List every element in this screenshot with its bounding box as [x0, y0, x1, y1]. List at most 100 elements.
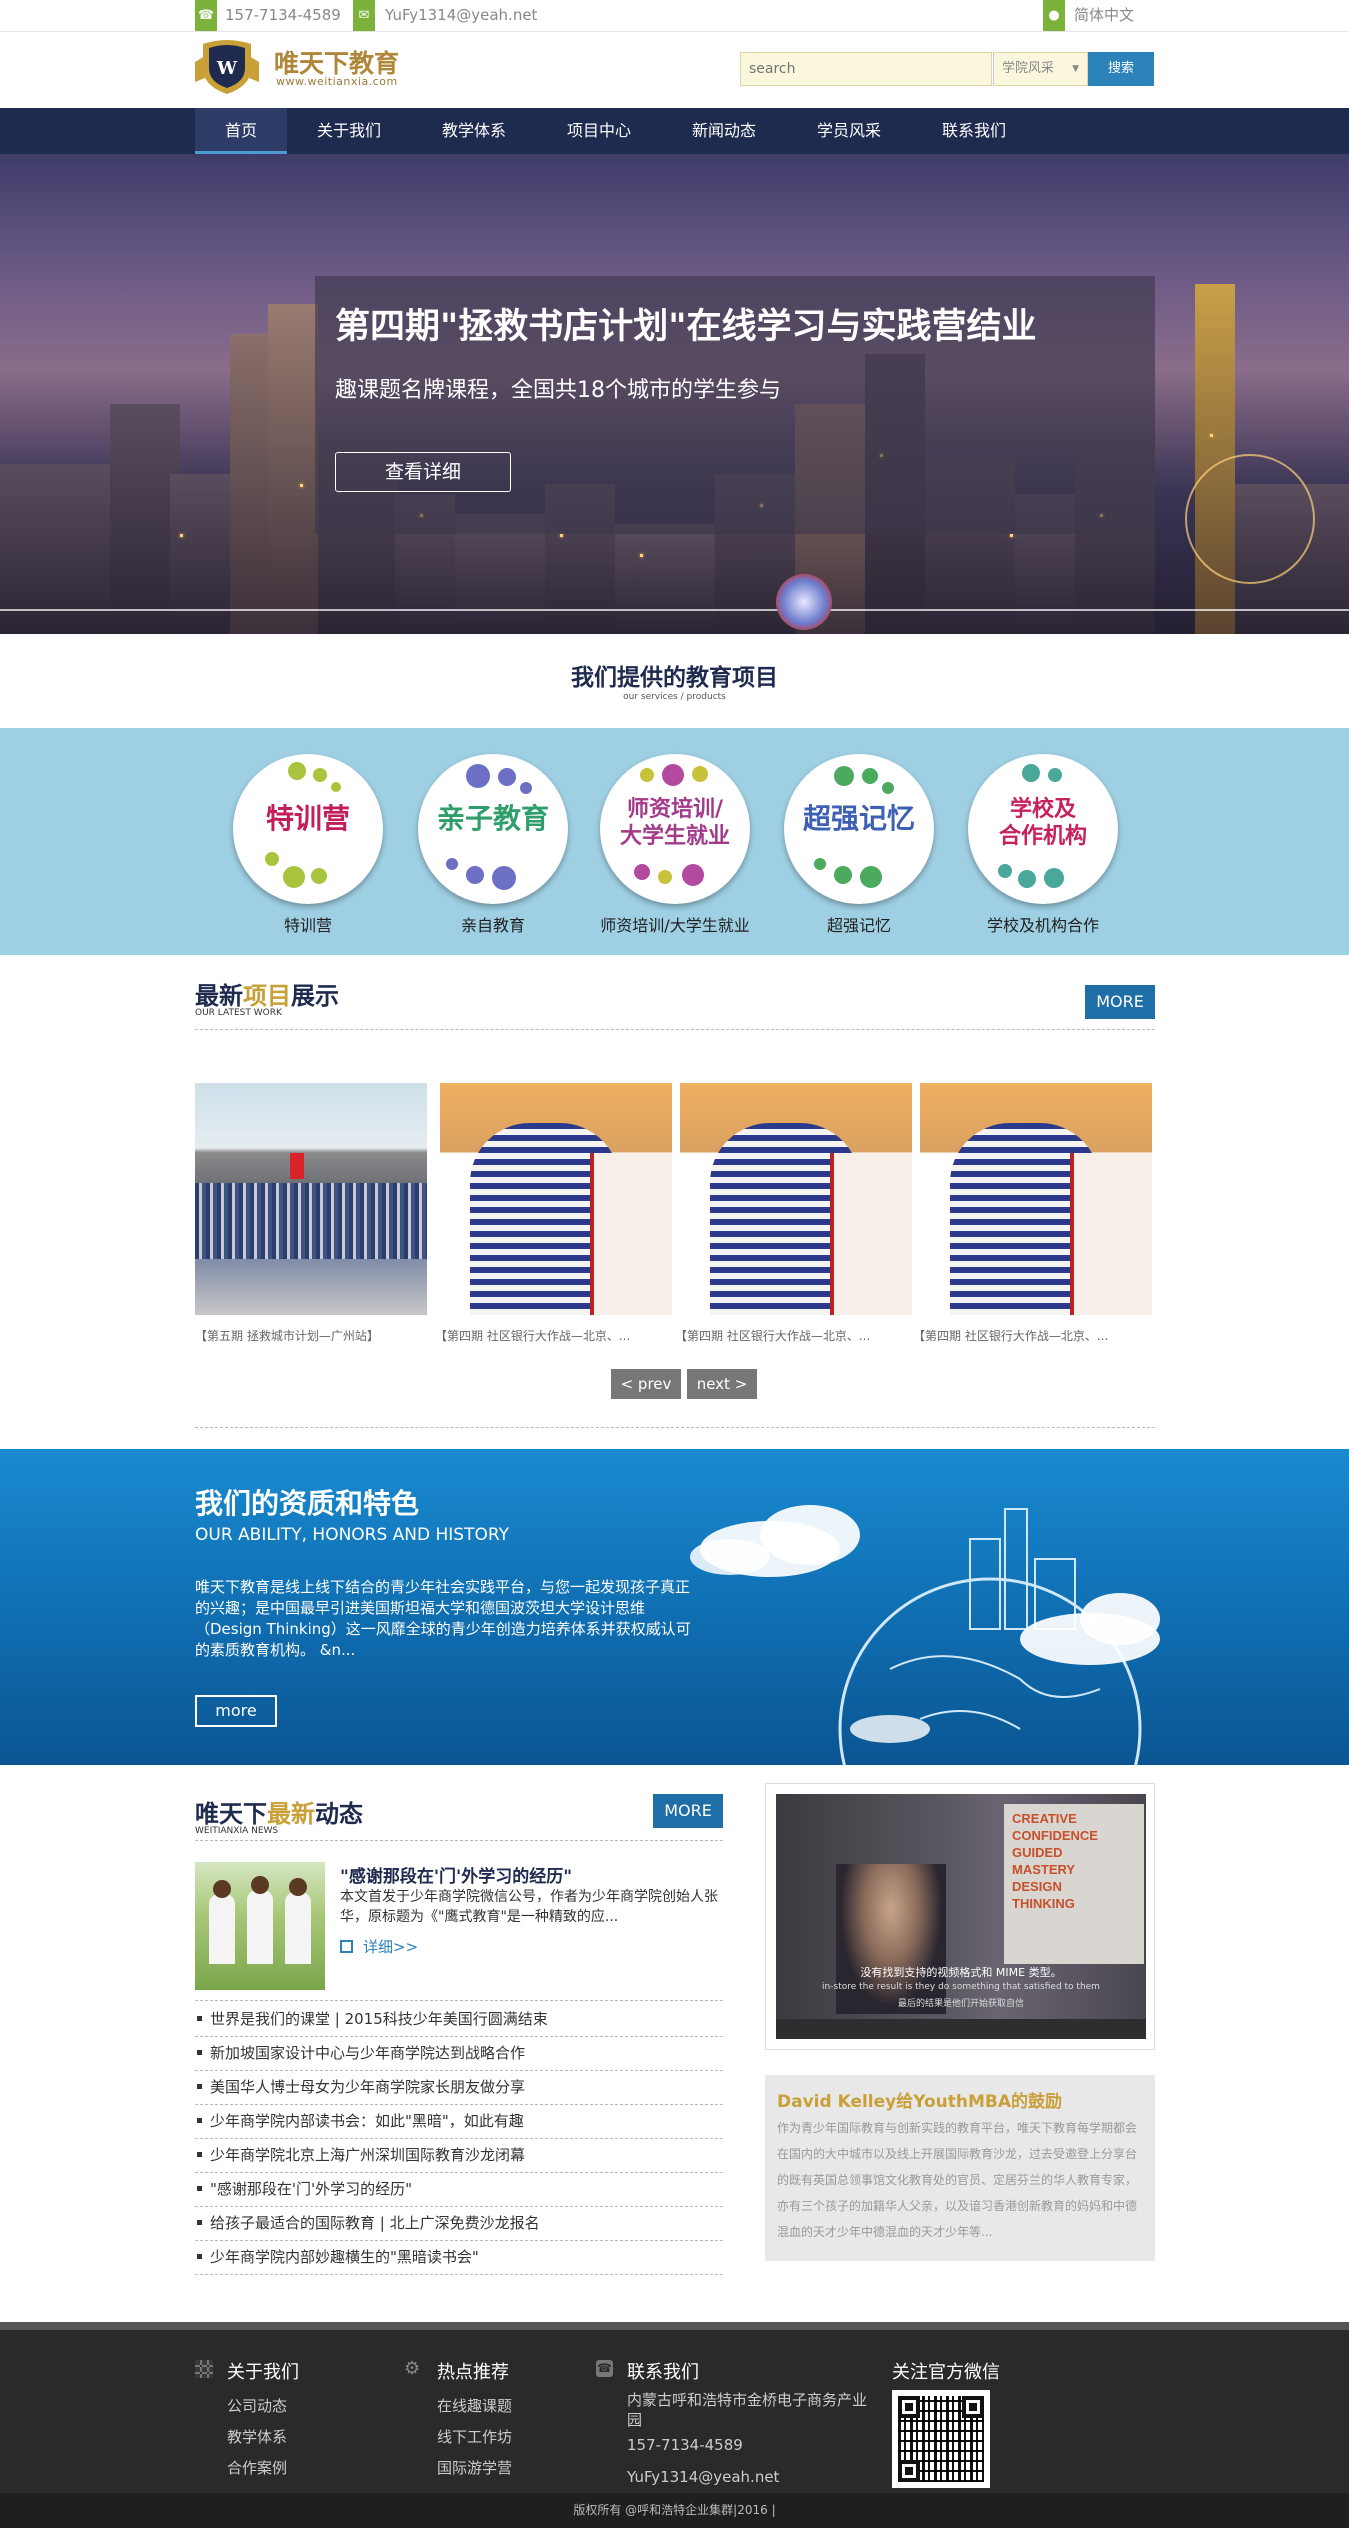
- news-list-item[interactable]: 少年商学院内部读书会：如此"黑暗"，如此有趣: [195, 2105, 723, 2139]
- language-switch[interactable]: 简体中文: [1074, 0, 1134, 31]
- footer-email[interactable]: YuFy1314@yeah.net: [627, 2468, 779, 2486]
- video-player[interactable]: CREATIVE CONFIDENCE GUIDED MASTERY DESIGN THI…: [776, 1794, 1146, 2039]
- phone-icon: ☎: [195, 0, 217, 31]
- news-featured-image[interactable]: [195, 1862, 325, 1990]
- project-caption[interactable]: 【第四期 社区银行大作战—北京、...: [913, 1327, 1108, 1344]
- search-category-select[interactable]: 学院风采 ▼: [993, 52, 1088, 86]
- ability-more-button[interactable]: more: [195, 1695, 277, 1727]
- project-caption[interactable]: 【第四期 社区银行大作战—北京、...: [675, 1327, 870, 1344]
- footer-link[interactable]: 国际游学营: [437, 2457, 512, 2478]
- news-more-button[interactable]: MORE: [653, 1794, 723, 1828]
- news-list-item[interactable]: 给孩子最适合的国际教育 | 北上广深免费沙龙报名: [195, 2207, 723, 2241]
- nav-item-contact[interactable]: 联系我们: [928, 108, 1020, 154]
- search-box: [740, 52, 992, 86]
- projects-more-button[interactable]: MORE: [1085, 985, 1155, 1019]
- banner-caption: 第四期"拯救书店计划"在线学习与实践营结业 趣课题名牌课程，全国共18个城市的学…: [315, 276, 1155, 534]
- footer-link[interactable]: 合作案例: [227, 2457, 287, 2478]
- project-image[interactable]: [680, 1083, 912, 1315]
- top-phone: 157-7134-4589: [225, 6, 341, 24]
- project-caption[interactable]: 【第五期 拯救城市计划—广州站】: [195, 1327, 379, 1344]
- main-nav: 首页 关于我们 教学体系 项目中心 新闻动态 学员风采 联系我们: [0, 108, 1349, 154]
- service-item-schools[interactable]: 学校及 合作机构 学校及机构合作: [958, 754, 1128, 936]
- prev-button[interactable]: < prev: [611, 1369, 681, 1399]
- next-button[interactable]: next >: [687, 1369, 757, 1399]
- news-list-item[interactable]: 少年商学院北京上海广州深圳国际教育沙龙闭幕: [195, 2139, 723, 2173]
- search-input[interactable]: [741, 53, 991, 85]
- chevron-down-icon: ▼: [1072, 64, 1079, 74]
- news-list-item[interactable]: "感谢那段在'门'外学习的经历": [195, 2173, 723, 2207]
- service-item-parenting[interactable]: 亲子教育 亲自教育: [408, 754, 578, 936]
- divider: [195, 2000, 723, 2001]
- footer-link[interactable]: 在线趣课题: [437, 2395, 512, 2416]
- project-caption[interactable]: 【第四期 社区银行大作战—北京、...: [435, 1327, 630, 1344]
- logo-shield-icon[interactable]: W: [195, 38, 259, 96]
- external-link-icon: [340, 1940, 353, 1953]
- service-label: 特训营: [283, 916, 332, 935]
- top-bar: ☎ 157-7134-4589 ✉ YuFy1314@yeah.net ● 简体…: [0, 0, 1349, 32]
- footer-link[interactable]: 教学体系: [227, 2426, 287, 2447]
- services-strip: 特训营 特训营 亲子教育 亲自教育 师资培训/大学生就业 师资培训/大学生就业: [0, 728, 1349, 955]
- logo-url: www.weitianxia.com: [276, 75, 398, 88]
- banner-title: 第四期"拯救书店计划"在线学习与实践营结业: [335, 307, 1037, 347]
- footer-contact-title: 联系我们: [627, 2362, 699, 2383]
- footer-phone: 157-7134-4589: [627, 2436, 743, 2454]
- news-list-item[interactable]: 新加坡国家设计中心与少年商学院达到战略合作: [195, 2037, 723, 2071]
- hero-banner: 第四期"拯救书店计划"在线学习与实践营结业 趣课题名牌课程，全国共18个城市的学…: [0, 154, 1349, 634]
- project-image[interactable]: [440, 1083, 672, 1315]
- project-image[interactable]: [920, 1083, 1152, 1315]
- globe-icon: ●: [1043, 0, 1065, 31]
- service-word: 超强记忆: [802, 802, 915, 835]
- divider: [195, 1029, 1155, 1030]
- nav-item-home[interactable]: 首页: [195, 108, 287, 154]
- ability-title: 我们的资质和特色: [195, 1487, 420, 1520]
- ability-text: 唯天下教育是线上线下结合的青少年社会实践平台，与您一起发现孩子真正的兴趣；是中国…: [195, 1578, 691, 1659]
- ability-section: 我们的资质和特色 OUR ABILITY, HONORS AND HISTORY…: [0, 1449, 1349, 1765]
- svg-text:W: W: [216, 58, 238, 79]
- news-title: 唯天下最新动态: [195, 1800, 363, 1828]
- services-title: 我们提供的教育项目: [571, 665, 778, 691]
- nav-item-about[interactable]: 关于我们: [303, 108, 395, 154]
- copyright: 版权所有 @呼和浩特企业集群|2016 |: [0, 2493, 1349, 2528]
- service-item-teacher-training[interactable]: 师资培训/大学生就业 师资培训/大学生就业: [590, 754, 760, 936]
- footer-link[interactable]: 公司动态: [227, 2395, 287, 2416]
- projects-title-en: OUR LATEST WORK: [195, 1008, 282, 1018]
- news-featured-link[interactable]: 详细>>: [340, 1936, 418, 1957]
- footer-about-title: 关于我们: [227, 2362, 299, 2383]
- service-label: 师资培训/大学生就业: [600, 916, 750, 935]
- ability-title-en: OUR ABILITY, HONORS AND HISTORY: [195, 1525, 509, 1545]
- gear-icon: ⚙: [404, 2358, 421, 2379]
- footer-link[interactable]: 线下工作坊: [437, 2426, 512, 2447]
- nav-item-projects[interactable]: 项目中心: [553, 108, 645, 154]
- globe-cloud-illustration: [690, 1505, 1160, 1765]
- video-error-text: 没有找到支持的视频格式和 MIME 类型。: [860, 1966, 1062, 1979]
- wechat-qr-code[interactable]: [892, 2390, 990, 2488]
- banner-detail-button[interactable]: 查看详细: [335, 452, 511, 492]
- mail-icon: ✉: [353, 0, 375, 31]
- service-label: 超强记忆: [826, 916, 891, 935]
- search-category-label: 学院风采: [1002, 61, 1055, 76]
- news-list-item[interactable]: 少年商学院内部妙趣横生的"黑暗读书会": [195, 2241, 723, 2275]
- nav-item-news[interactable]: 新闻动态: [678, 108, 770, 154]
- video-subtitle-cn: 最后的结果是他们开始获取自信: [897, 1999, 1024, 2009]
- services-subtitle: our services / products: [623, 692, 726, 702]
- soccer-ball-icon: [776, 574, 832, 630]
- footer-wechat-title: 关注官方微信: [892, 2362, 1000, 2383]
- news-featured-title[interactable]: "感谢那段在'门'外学习的经历": [340, 1862, 572, 1887]
- divider: [195, 1427, 1155, 1428]
- service-item-training-camp[interactable]: 特训营 特训营: [223, 754, 393, 936]
- news-list-item[interactable]: 世界是我们的课堂 | 2015科技少年美国行圆满结束: [195, 2003, 723, 2037]
- footer-address: 内蒙古呼和浩特市金桥电子商务产业园: [627, 2391, 868, 2429]
- news-list-item[interactable]: 美国华人博士母女为少年商学院家长朋友做分享: [195, 2071, 723, 2105]
- search-button[interactable]: 搜索: [1088, 52, 1154, 86]
- footer-hot-title: 热点推荐: [437, 2362, 509, 2383]
- news-title-en: WEITIANXIA NEWS: [195, 1826, 279, 1836]
- project-image[interactable]: [195, 1083, 427, 1315]
- banner-subtitle: 趣课题名牌课程，全国共18个城市的学生参与: [335, 378, 781, 403]
- nav-item-students[interactable]: 学员风采: [803, 108, 895, 154]
- top-email[interactable]: YuFy1314@yeah.net: [385, 0, 537, 31]
- video-controls[interactable]: [776, 2019, 1146, 2039]
- service-item-memory[interactable]: 超强记忆 超强记忆: [774, 754, 944, 936]
- video-subtitle-en: in-store the result is they do something…: [822, 1982, 1100, 1992]
- video-title[interactable]: David Kelley给YouthMBA的鼓励: [777, 2087, 1062, 2112]
- nav-item-teaching[interactable]: 教学体系: [428, 108, 520, 154]
